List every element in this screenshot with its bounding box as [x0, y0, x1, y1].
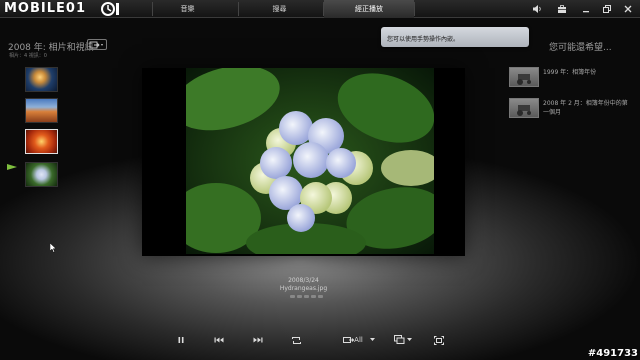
suggestions-title: 您可能還希望... [549, 43, 612, 53]
previous-icon [214, 337, 224, 343]
export-icon [89, 41, 103, 48]
rating-star-icon[interactable] [304, 295, 309, 298]
export-button[interactable] [87, 39, 107, 50]
shuffle-icon [343, 337, 355, 343]
app-logo: MOBILE01 [4, 1, 86, 16]
pause-button[interactable] [174, 333, 188, 347]
rating-star-icon[interactable] [318, 295, 323, 298]
rating-star-icon[interactable] [311, 295, 316, 298]
thumbnail-desert[interactable] [25, 98, 58, 123]
toolbox-icon [558, 5, 566, 13]
volume-icon [533, 5, 541, 13]
slideshow-settings-button[interactable] [392, 333, 406, 347]
playback-controls: All [0, 333, 640, 351]
nav-divider [414, 2, 415, 16]
tab-search[interactable]: 搜尋 [245, 0, 314, 18]
rating-star-icon[interactable] [297, 295, 302, 298]
restore-icon [603, 5, 611, 13]
pause-icon [178, 337, 184, 343]
tab-music[interactable]: 音樂 [153, 0, 222, 18]
rating-star-icon[interactable] [290, 295, 295, 298]
tab-now-playing[interactable]: 經正播放 [324, 0, 414, 18]
next-icon [253, 337, 263, 343]
mouse-cursor-icon [50, 243, 57, 253]
thumbnail-chrysanthemum[interactable] [25, 129, 58, 154]
tractor-icon [517, 105, 531, 116]
volume-button[interactable] [530, 2, 544, 16]
close-button[interactable] [621, 2, 635, 16]
library-counts: 相片：4 視訊：0 [9, 53, 47, 59]
rotate-button[interactable] [289, 333, 303, 347]
toolbox-button[interactable] [555, 2, 569, 16]
suggestion-item[interactable]: 2008 年 2 月：相簿年份中的第一個月 [509, 98, 629, 120]
minimize-icon [583, 11, 589, 13]
next-button[interactable] [251, 333, 265, 347]
thumbnail-jellyfish[interactable] [25, 67, 58, 92]
rating-stars[interactable] [290, 295, 323, 298]
suggestion-item[interactable]: 1999 年：相簿年份 [509, 67, 629, 89]
chevron-down-icon [369, 338, 375, 341]
repeat-icon [291, 336, 301, 344]
nav-divider [238, 2, 239, 16]
minimize-button[interactable] [579, 2, 593, 16]
tractor-icon [517, 74, 531, 85]
current-photo[interactable] [186, 68, 434, 254]
slideshow-icon [393, 335, 404, 344]
repeat-dropdown[interactable] [368, 333, 376, 347]
suggestion-label: 2008 年 2 月：相簿年份中的第一個月 [543, 100, 628, 116]
logo-mark-icon [101, 2, 119, 16]
gesture-tip-tooltip[interactable]: 您可以使用手勢操作內嵌。 [381, 27, 529, 47]
slideshow-dropdown[interactable] [405, 333, 413, 347]
close-icon [624, 5, 632, 13]
shuffle-repeat-button[interactable]: All [341, 333, 365, 347]
chevron-down-icon [406, 338, 412, 341]
restore-button[interactable] [600, 2, 614, 16]
photo-filename: Hydrangeas.jpg [279, 285, 328, 292]
hydrangea-image [186, 68, 434, 254]
repeat-mode-label: All [354, 336, 363, 344]
top-bar: MOBILE01 音樂 搜尋 經正播放 [0, 0, 640, 18]
suggestion-label: 1999 年：相簿年份 [543, 69, 597, 76]
fullscreen-button[interactable] [432, 333, 446, 347]
previous-button[interactable] [212, 333, 226, 347]
fullscreen-icon [434, 335, 444, 345]
photo-date: 2008/3/24 [288, 277, 319, 284]
thumbnail-hydrangeas[interactable] [25, 162, 58, 187]
now-playing-marker-icon [7, 164, 17, 170]
suggestion-thumbnail [509, 98, 539, 118]
suggestion-thumbnail [509, 67, 539, 87]
watermark: #491733 [587, 348, 638, 359]
